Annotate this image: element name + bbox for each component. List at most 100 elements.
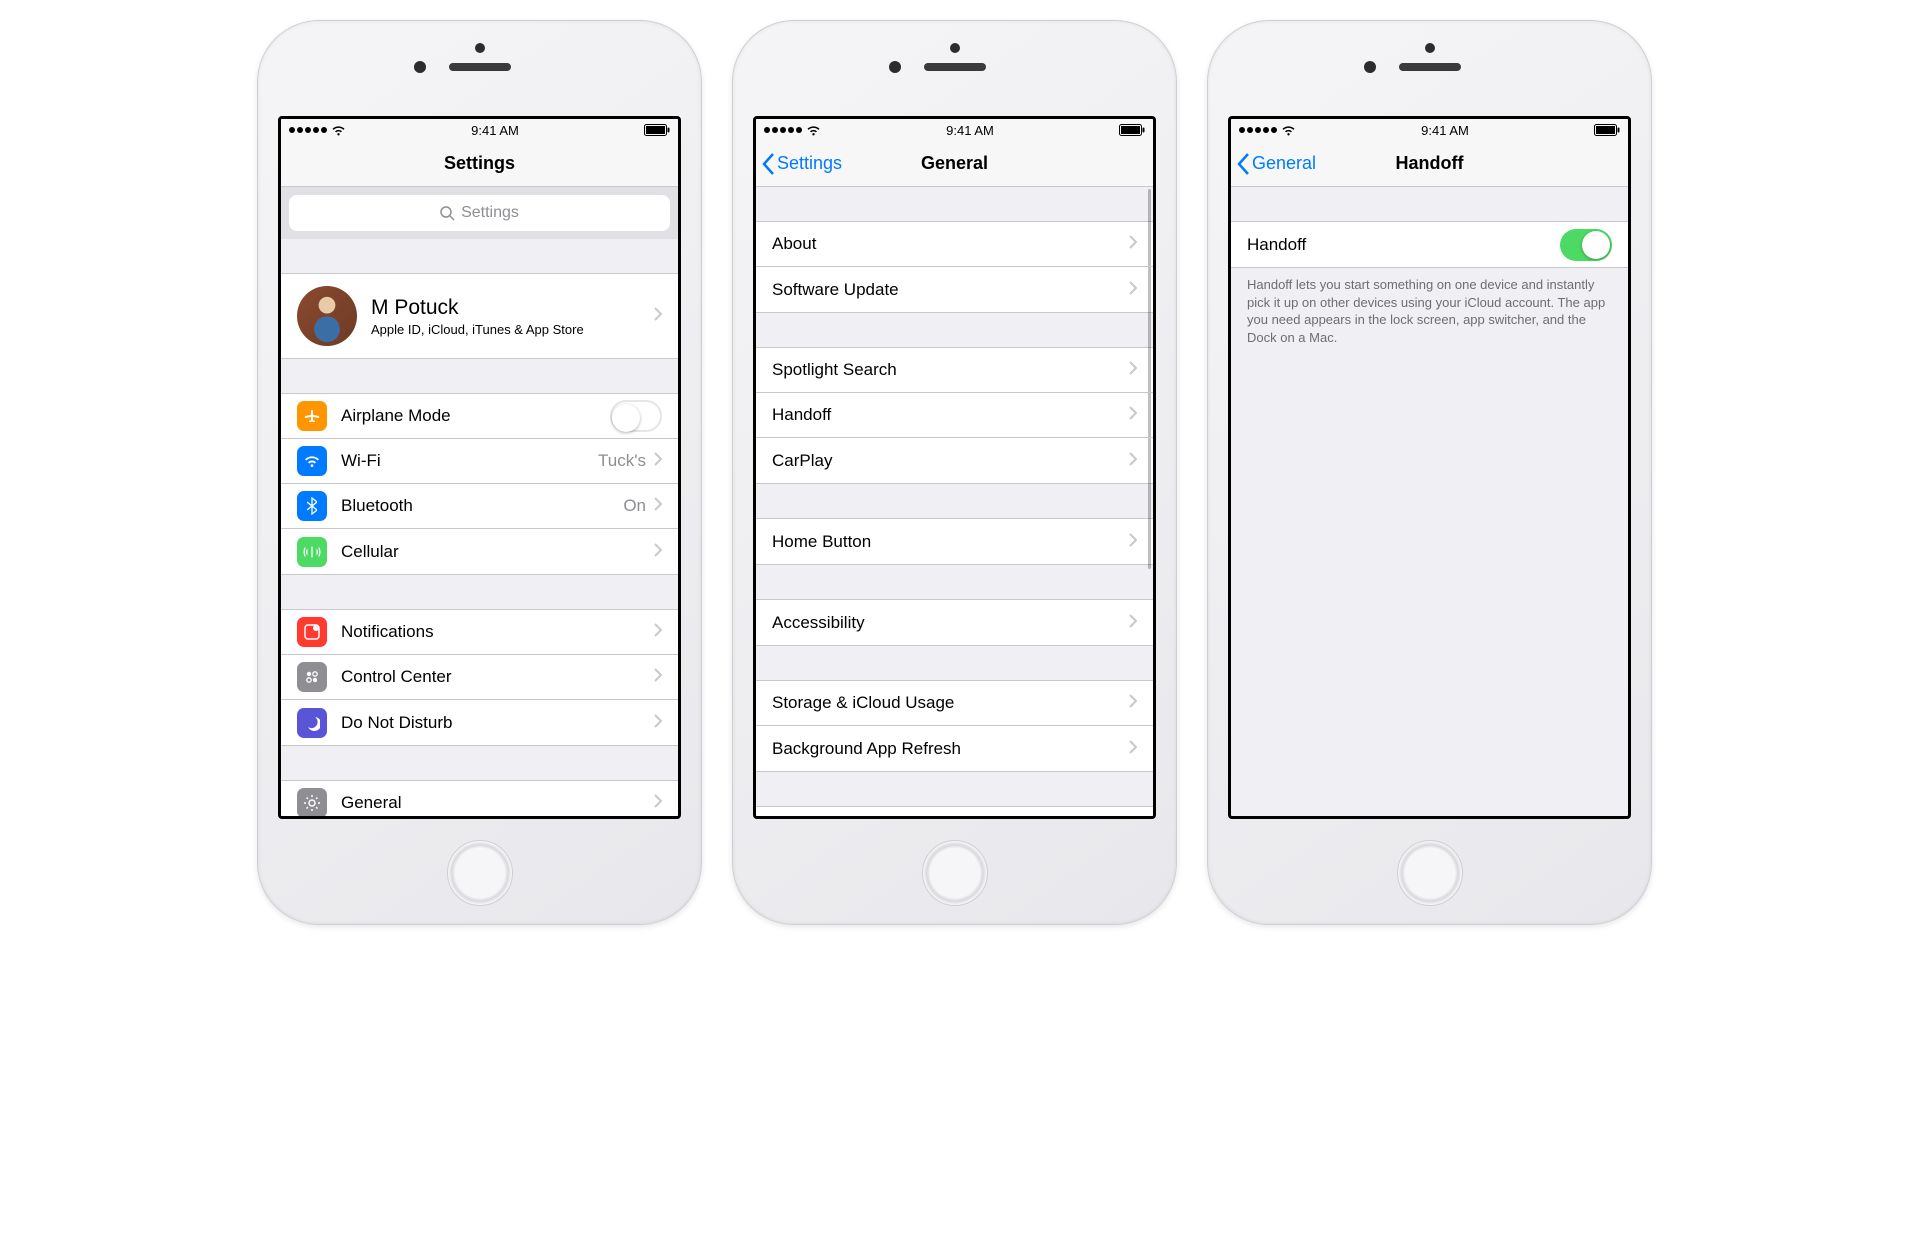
notifications-label: Notifications <box>341 622 654 642</box>
device-handoff: 9:41 AM General Handoff Handoff Handoff … <box>1207 20 1652 925</box>
status-bar: 9:41 AM <box>281 119 678 141</box>
chevron-right-icon <box>1129 451 1137 471</box>
status-bar: 9:41 AM <box>1231 119 1628 141</box>
airplane-toggle[interactable] <box>610 400 662 432</box>
wifi-icon <box>806 125 821 136</box>
chevron-right-icon <box>1129 693 1137 713</box>
signal-dots-icon <box>764 127 802 133</box>
battery-icon <box>644 124 670 136</box>
bluetooth-value: On <box>623 496 646 516</box>
row-spotlight[interactable]: Spotlight Search <box>756 348 1153 393</box>
status-time: 9:41 AM <box>1421 123 1469 138</box>
dnd-label: Do Not Disturb <box>341 713 654 733</box>
chevron-right-icon <box>1129 405 1137 425</box>
battery-icon <box>1119 124 1145 136</box>
row-cellular[interactable]: Cellular <box>281 529 678 574</box>
back-label: General <box>1252 153 1316 174</box>
chevron-right-icon <box>654 667 662 687</box>
page-title: Handoff <box>1396 153 1464 174</box>
page-title: General <box>921 153 988 174</box>
row-handoff[interactable]: Handoff <box>756 393 1153 438</box>
profile-row[interactable]: M Potuck Apple ID, iCloud, iTunes & App … <box>281 274 678 358</box>
chevron-right-icon <box>1129 234 1137 254</box>
storage-label: Storage & iCloud Usage <box>772 693 1129 713</box>
avatar <box>297 286 357 346</box>
screen-handoff: 9:41 AM General Handoff Handoff Handoff … <box>1228 116 1631 819</box>
wifi-value: Tuck's <box>598 451 646 471</box>
chevron-right-icon <box>654 542 662 562</box>
cellular-icon <box>297 537 327 567</box>
screen-general: 9:41 AM Settings General About Software … <box>753 116 1156 819</box>
row-storage[interactable]: Storage & iCloud Usage <box>756 681 1153 726</box>
chevron-left-icon <box>1237 153 1250 175</box>
profile-sub: Apple ID, iCloud, iTunes & App Store <box>371 322 654 337</box>
chevron-right-icon <box>654 713 662 733</box>
status-bar: 9:41 AM <box>756 119 1153 141</box>
row-general[interactable]: General <box>281 781 678 816</box>
row-airplane-mode[interactable]: Airplane Mode <box>281 394 678 439</box>
row-wifi[interactable]: Wi-Fi Tuck's <box>281 439 678 484</box>
general-label: General <box>341 793 654 813</box>
signal-dots-icon <box>289 127 327 133</box>
handoff-label: Handoff <box>772 405 1129 425</box>
back-button[interactable]: General <box>1237 141 1316 186</box>
row-handoff-toggle[interactable]: Handoff <box>1231 222 1628 267</box>
settings-content[interactable]: Settings M Potuck Apple ID, iCloud, iTun… <box>281 187 678 816</box>
home-button-label: Home Button <box>772 532 1129 552</box>
airplane-icon <box>297 401 327 431</box>
wifi-label: Wi-Fi <box>341 451 598 471</box>
cellular-label: Cellular <box>341 542 654 562</box>
back-button[interactable]: Settings <box>762 141 842 186</box>
device-general: 9:41 AM Settings General About Software … <box>732 20 1177 925</box>
chevron-right-icon <box>654 793 662 813</box>
wifi-icon <box>1281 125 1296 136</box>
accessibility-label: Accessibility <box>772 613 1129 633</box>
signal-dots-icon <box>1239 127 1277 133</box>
about-label: About <box>772 234 1129 254</box>
row-software-update[interactable]: Software Update <box>756 267 1153 312</box>
row-background-refresh[interactable]: Background App Refresh <box>756 726 1153 771</box>
battery-icon <box>1594 124 1620 136</box>
row-accessibility[interactable]: Accessibility <box>756 600 1153 645</box>
notifications-icon <box>297 617 327 647</box>
nav-bar: Settings <box>281 141 678 187</box>
status-time: 9:41 AM <box>471 123 519 138</box>
search-placeholder: Settings <box>461 204 519 222</box>
row-home-button[interactable]: Home Button <box>756 519 1153 564</box>
status-time: 9:41 AM <box>946 123 994 138</box>
general-content[interactable]: About Software Update Spotlight Search H… <box>756 187 1153 816</box>
chevron-right-icon <box>1129 360 1137 380</box>
bluetooth-label: Bluetooth <box>341 496 623 516</box>
airplane-label: Airplane Mode <box>341 406 610 426</box>
chevron-right-icon <box>654 306 662 326</box>
chevron-right-icon <box>1129 613 1137 633</box>
chevron-right-icon <box>654 622 662 642</box>
row-control-center[interactable]: Control Center <box>281 655 678 700</box>
screen-settings: 9:41 AM Settings Settings <box>278 116 681 819</box>
search-icon <box>440 206 455 221</box>
software-update-label: Software Update <box>772 280 1129 300</box>
row-do-not-disturb[interactable]: Do Not Disturb <box>281 700 678 745</box>
device-settings: 9:41 AM Settings Settings <box>257 20 702 925</box>
wifi-app-icon <box>297 446 327 476</box>
search-input[interactable]: Settings <box>289 195 670 231</box>
row-about[interactable]: About <box>756 222 1153 267</box>
handoff-toggle[interactable] <box>1560 229 1612 261</box>
handoff-description: Handoff lets you start something on one … <box>1231 268 1628 354</box>
chevron-right-icon <box>1129 280 1137 300</box>
chevron-right-icon <box>1129 739 1137 759</box>
bluetooth-icon <box>297 491 327 521</box>
handoff-content[interactable]: Handoff Handoff lets you start something… <box>1231 187 1628 816</box>
row-notifications[interactable]: Notifications <box>281 610 678 655</box>
handoff-row-label: Handoff <box>1247 235 1560 255</box>
page-title: Settings <box>444 153 515 174</box>
row-restrictions[interactable]: Restrictions Off <box>756 807 1153 816</box>
moon-icon <box>297 708 327 738</box>
chevron-left-icon <box>762 153 775 175</box>
control-center-icon <box>297 662 327 692</box>
back-label: Settings <box>777 153 842 174</box>
gear-icon <box>297 788 327 816</box>
carplay-label: CarPlay <box>772 451 1129 471</box>
row-bluetooth[interactable]: Bluetooth On <box>281 484 678 529</box>
row-carplay[interactable]: CarPlay <box>756 438 1153 483</box>
